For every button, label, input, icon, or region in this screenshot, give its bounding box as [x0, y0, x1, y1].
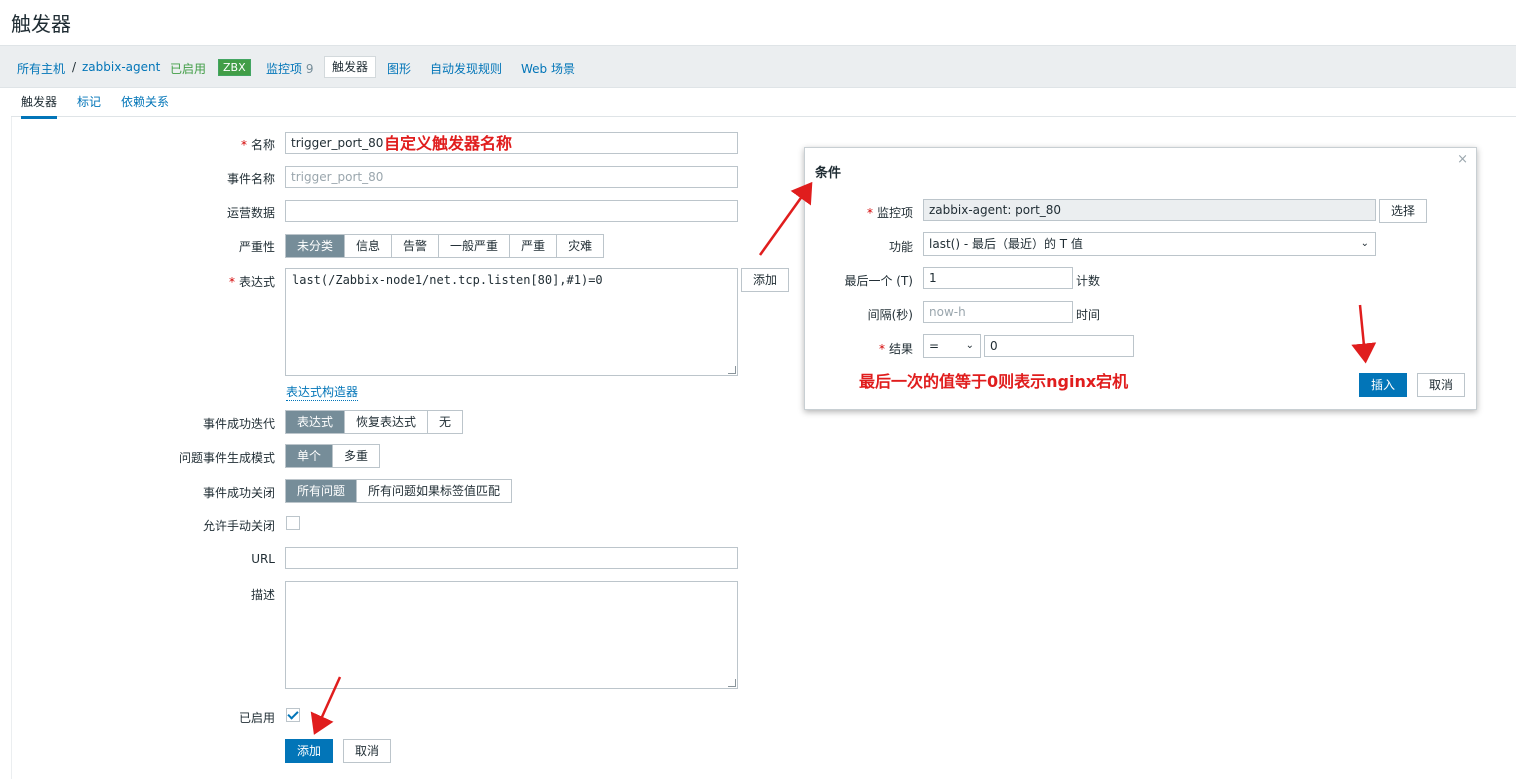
- manual-close-label: 允许手动关闭: [202, 519, 275, 533]
- severity-label: 严重性: [238, 240, 275, 254]
- required-marker: *: [240, 138, 247, 152]
- severity-disaster[interactable]: 灾难: [556, 235, 604, 257]
- cancel-button[interactable]: 取消: [343, 739, 391, 763]
- page-title: 触发器: [11, 12, 71, 36]
- ok-close-selector: 所有问题 所有问题如果标签值匹配: [285, 479, 513, 503]
- ok-close-tag-match[interactable]: 所有问题如果标签值匹配: [356, 480, 512, 502]
- select-item-button[interactable]: 选择: [1379, 199, 1427, 223]
- problem-mode-label: 问题事件生成模式: [178, 451, 275, 465]
- function-select[interactable]: last() - 最后（最近）的 T 值 ⌄: [923, 232, 1376, 256]
- dialog-cancel-button[interactable]: 取消: [1417, 373, 1465, 397]
- ok-event-recovery-expression[interactable]: 恢复表达式: [344, 411, 428, 433]
- event-name-label: 事件名称: [226, 172, 275, 186]
- add-trigger-button[interactable]: 添加: [285, 739, 333, 763]
- description-textarea[interactable]: [285, 581, 738, 689]
- problem-mode-selector: 单个 多重: [285, 444, 381, 468]
- name-annotation: 自定义触发器名称: [384, 134, 513, 153]
- severity-information[interactable]: 信息: [344, 235, 392, 257]
- item-field[interactable]: zabbix-agent: port_80: [923, 199, 1376, 221]
- result-value-field[interactable]: 0: [984, 335, 1134, 357]
- last-label: 最后一个 (T): [844, 274, 913, 288]
- problem-mode-multiple[interactable]: 多重: [332, 445, 380, 467]
- insert-button[interactable]: 插入: [1359, 373, 1407, 397]
- severity-selector: 未分类 信息 告警 一般严重 严重 灾难: [285, 234, 605, 258]
- nav-graphs-link[interactable]: 图形: [387, 60, 411, 77]
- interval-unit: 时间: [1076, 308, 1101, 322]
- nav-items-link[interactable]: 监控项 9: [266, 60, 313, 77]
- required-marker: *: [866, 206, 873, 220]
- event-name-field[interactable]: trigger_port_80: [285, 166, 738, 188]
- severity-not-classified[interactable]: 未分类: [286, 235, 345, 257]
- tab-tags[interactable]: 标记: [77, 93, 101, 110]
- result-label: * 结果: [878, 342, 913, 356]
- description-label: 描述: [250, 588, 275, 602]
- nav-all-hosts-link[interactable]: 所有主机: [17, 60, 65, 77]
- ok-event-label: 事件成功迭代: [202, 417, 275, 431]
- ok-close-label: 事件成功关闭: [202, 486, 275, 500]
- url-field[interactable]: [285, 547, 738, 569]
- interval-field[interactable]: now-h: [923, 301, 1073, 323]
- url-label: URL: [251, 552, 275, 566]
- close-icon[interactable]: ×: [1457, 152, 1468, 167]
- chevron-down-icon: ⌄: [965, 340, 974, 351]
- nav-discovery-link[interactable]: 自动发现规则: [430, 60, 502, 77]
- dialog-title: 条件: [815, 166, 842, 181]
- tab-dependencies[interactable]: 依赖关系: [121, 93, 169, 110]
- ok-event-none[interactable]: 无: [427, 411, 463, 433]
- result-annotation: 最后一次的值等于0则表示nginx宕机: [859, 372, 1129, 391]
- interval-label: 间隔(秒): [867, 308, 913, 322]
- severity-high[interactable]: 严重: [509, 235, 557, 257]
- nav-items-count: 9: [305, 62, 314, 76]
- last-unit: 计数: [1076, 274, 1101, 288]
- ok-event-selector: 表达式 恢复表达式 无: [285, 410, 464, 434]
- function-value: last() - 最后（最近）的 T 值: [929, 237, 1083, 251]
- result-operator-select[interactable]: = ⌄: [923, 334, 981, 358]
- name-label: * 名称: [240, 138, 275, 152]
- opdata-label: 运营数据: [226, 206, 275, 220]
- problem-mode-single[interactable]: 单个: [286, 445, 333, 467]
- result-operator-value: =: [929, 339, 940, 353]
- resize-handle[interactable]: [728, 366, 736, 374]
- severity-warning[interactable]: 告警: [391, 235, 439, 257]
- nav-web-link[interactable]: Web 场景: [521, 60, 575, 77]
- host-status-enabled[interactable]: 已启用: [170, 60, 206, 77]
- ok-close-all-problems[interactable]: 所有问题: [286, 480, 357, 502]
- resize-handle[interactable]: [728, 679, 736, 687]
- last-field[interactable]: 1: [923, 267, 1073, 289]
- ok-event-expression[interactable]: 表达式: [286, 411, 345, 433]
- zbx-availability-badge: ZBX: [218, 59, 251, 76]
- enabled-checkbox[interactable]: [286, 708, 300, 722]
- nav-triggers-current[interactable]: 触发器: [324, 56, 377, 78]
- breadcrumb-separator: /: [72, 60, 77, 74]
- expression-label: * 表达式: [228, 275, 275, 289]
- item-label: * 监控项: [866, 206, 913, 220]
- required-marker: *: [228, 275, 235, 289]
- required-marker: *: [878, 342, 885, 356]
- enabled-label: 已启用: [238, 711, 275, 725]
- expression-textarea[interactable]: last(/Zabbix-node1/net.tcp.listen[80],#1…: [285, 268, 738, 376]
- form-tabs: 触发器 标记 依赖关系: [11, 88, 1516, 119]
- expression-text: last(/Zabbix-node1/net.tcp.listen[80],#1…: [292, 273, 603, 287]
- severity-average[interactable]: 一般严重: [438, 235, 510, 257]
- function-label: 功能: [888, 240, 913, 254]
- opdata-field[interactable]: [285, 200, 738, 222]
- chevron-down-icon: ⌄: [1360, 238, 1369, 249]
- nav-items-label: 监控项: [266, 62, 303, 76]
- manual-close-checkbox[interactable]: [286, 516, 300, 530]
- nav-host-link[interactable]: zabbix-agent: [82, 60, 160, 74]
- tab-trigger[interactable]: 触发器: [21, 93, 58, 119]
- expression-builder-link[interactable]: 表达式构造器: [286, 383, 359, 401]
- host-navigation-bar: 所有主机 / zabbix-agent 已启用 ZBX 监控项 9 触发器 图形…: [0, 45, 1516, 88]
